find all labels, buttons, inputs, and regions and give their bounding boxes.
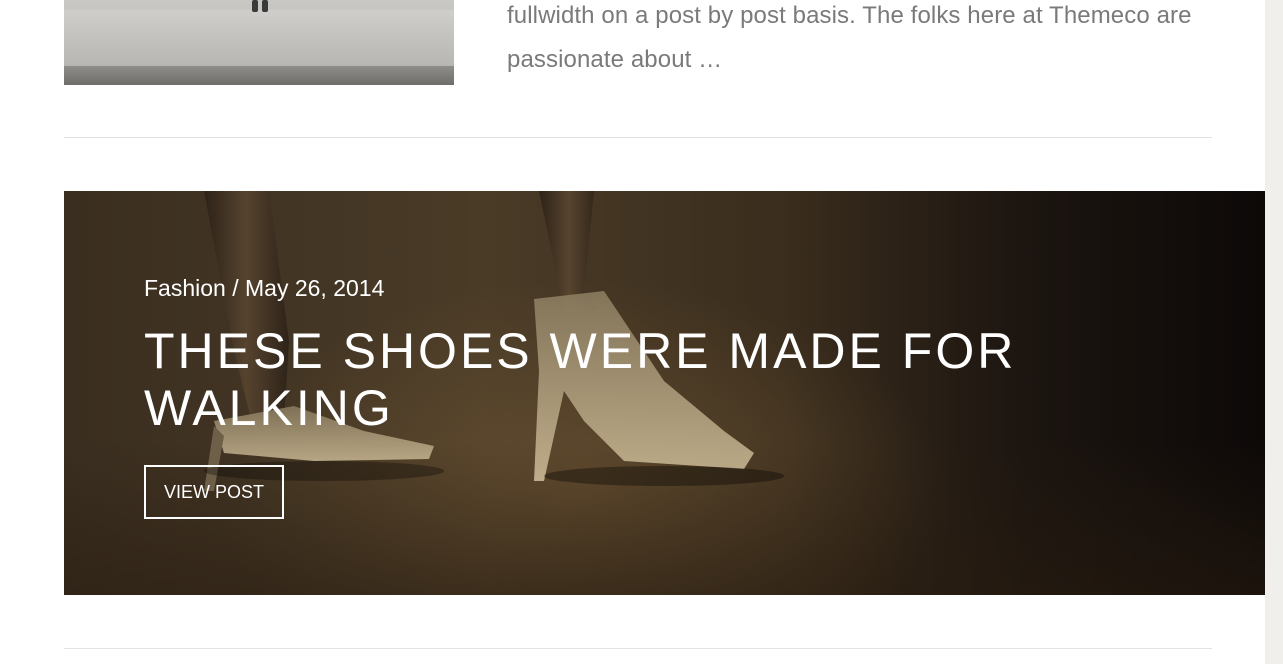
page-gutter [1265, 0, 1283, 664]
post-divider [64, 137, 1212, 138]
meta-separator: / [225, 275, 245, 301]
post-category-link[interactable]: Fashion [144, 275, 226, 301]
excerpt-line-1: fullwidth on a post by post basis. The f… [507, 2, 1192, 29]
post-title-line-2: WALKING [144, 380, 394, 436]
post-date: May 26, 2014 [245, 275, 385, 301]
post-title[interactable]: THESE SHOES WERE MADE FOR WALKING [144, 323, 1044, 437]
previous-post-excerpt: fullwidth on a post by post basis. The f… [507, 0, 1227, 82]
excerpt-line-2: passionate about … [507, 46, 723, 73]
post-title-line-1: THESE SHOES WERE MADE FOR [144, 323, 1017, 379]
blog-index-page: fullwidth on a post by post basis. The f… [0, 0, 1283, 664]
previous-post-thumbnail[interactable] [64, 0, 454, 85]
feet-image-detail [252, 0, 268, 12]
featured-post-content: Fashion / May 26, 2014 THESE SHOES WERE … [144, 273, 1044, 519]
featured-post-banner[interactable]: Fashion / May 26, 2014 THESE SHOES WERE … [64, 191, 1265, 595]
post-meta: Fashion / May 26, 2014 [144, 273, 1044, 303]
view-post-button[interactable]: VIEW POST [144, 465, 285, 519]
post-divider-bottom [64, 648, 1212, 649]
